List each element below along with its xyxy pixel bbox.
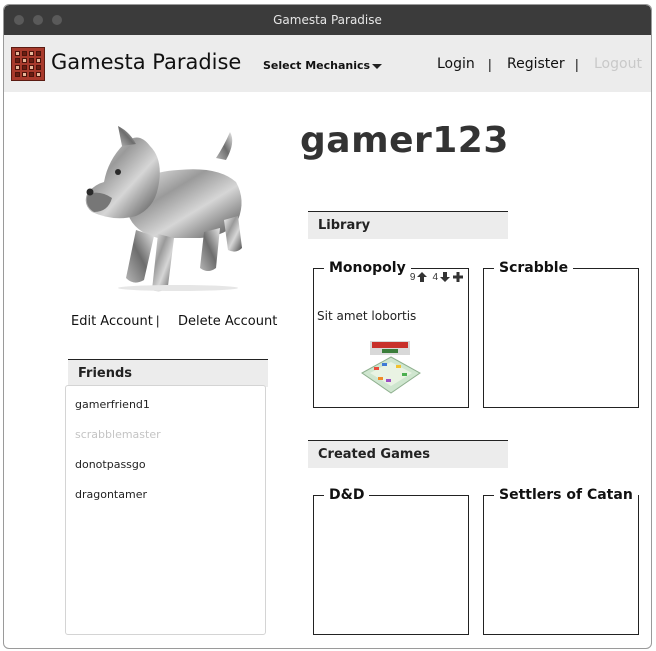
game-card-title: Settlers of Catan: [494, 487, 638, 503]
window-title: Gamesta Paradise: [273, 13, 382, 27]
logout-link[interactable]: Logout: [594, 56, 642, 72]
monopoly-box-art: [361, 341, 421, 394]
game-card-settlers-of-catan[interactable]: Settlers of Catan: [483, 487, 639, 635]
nav-separator: |: [488, 56, 492, 72]
delete-account-link[interactable]: Delete Account: [178, 314, 277, 329]
downvote-count: 4: [432, 271, 438, 283]
vote-controls: 9 4: [407, 271, 466, 283]
brand-name[interactable]: Gamesta Paradise: [51, 50, 241, 74]
game-card-description: Sit amet lobortis: [317, 309, 417, 323]
edit-account-link[interactable]: Edit Account: [71, 314, 153, 329]
login-link[interactable]: Login: [437, 56, 475, 72]
plus-icon[interactable]: [452, 271, 464, 283]
arrow-down-icon[interactable]: [439, 271, 451, 283]
friend-item[interactable]: dragontamer: [75, 488, 147, 501]
friend-item[interactable]: gamerfriend1: [75, 398, 150, 411]
game-card-scrabble[interactable]: Scrabble: [483, 260, 639, 408]
friend-item[interactable]: scrabblemaster: [75, 428, 161, 441]
friends-header: Friends: [68, 359, 268, 387]
game-card-dnd[interactable]: D&D: [313, 487, 469, 635]
select-mechanics-dropdown[interactable]: Select Mechanics: [263, 59, 370, 72]
friend-item[interactable]: donotpassgo: [75, 458, 146, 471]
created-games-header: Created Games: [308, 440, 508, 468]
game-card-title: D&D: [324, 487, 370, 503]
library-header: Library: [308, 211, 508, 239]
user-avatar: [85, 126, 242, 292]
nav-separator: |: [575, 56, 579, 72]
chevron-down-icon[interactable]: [372, 64, 382, 69]
register-link[interactable]: Register: [507, 56, 565, 72]
game-card-title: Scrabble: [494, 260, 574, 276]
account-separator: |: [156, 313, 160, 328]
friends-list: gamerfriend1 scrabblemaster donotpassgo …: [65, 385, 266, 635]
arrow-up-icon[interactable]: [416, 271, 428, 283]
game-card-monopoly[interactable]: Monopoly 9 4 Sit amet lobortis: [313, 260, 469, 408]
profile-username: gamer123: [300, 120, 509, 161]
app-logo-icon[interactable]: [11, 47, 45, 81]
title-bar: Gamesta Paradise: [4, 5, 651, 35]
upvote-count: 9: [409, 271, 416, 283]
navbar: Gamesta Paradise Select Mechanics Login …: [4, 35, 651, 92]
game-card-title: Monopoly: [324, 260, 411, 276]
